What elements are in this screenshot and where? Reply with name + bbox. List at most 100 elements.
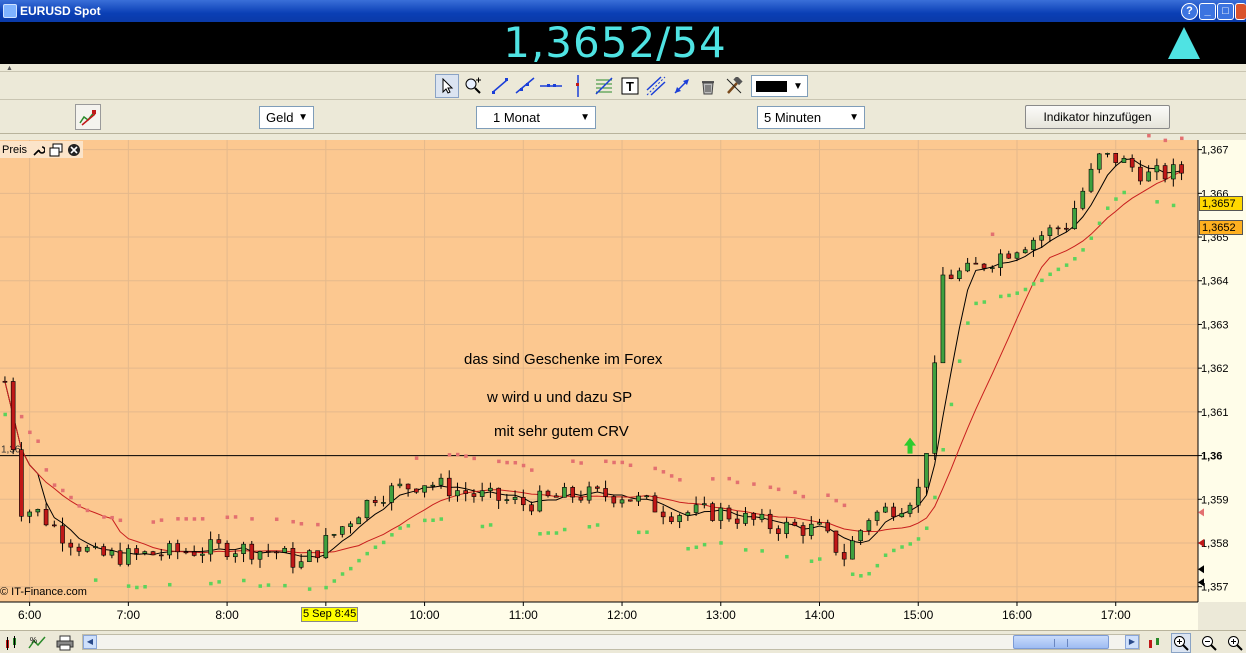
sar-dot [999, 294, 1003, 299]
y-tick-label: 1,358 [1201, 538, 1229, 550]
candle-body [19, 449, 24, 517]
sar-dot [966, 321, 970, 325]
candle-body [627, 499, 633, 502]
x-tick-label: 11:00 [509, 608, 538, 622]
close-button[interactable] [1235, 3, 1246, 20]
sar-dot [785, 554, 789, 559]
horizontal-scrollbar[interactable]: ◀ ▶ [82, 634, 1140, 650]
vertical-line-tool[interactable] [566, 74, 590, 98]
candle-body [414, 488, 419, 493]
candle-body [529, 504, 534, 512]
sar-dot [192, 517, 197, 521]
sar-dot [735, 480, 740, 485]
restore-window-icon[interactable] [49, 143, 63, 157]
horizontal-line-tool[interactable] [539, 74, 563, 98]
scroll-thumb[interactable] [1013, 635, 1109, 649]
candle-body [249, 543, 255, 560]
pointer-tool[interactable] [435, 74, 459, 98]
sar-dot [332, 579, 337, 583]
text-tool[interactable]: T [618, 74, 642, 98]
sar-dot [949, 402, 954, 407]
candle-body [389, 485, 394, 503]
candle-body [636, 495, 641, 502]
collapse-triangle-icon[interactable]: ▲ [6, 65, 13, 72]
close-panel-icon[interactable] [67, 143, 81, 157]
hammer-tool[interactable] [722, 74, 746, 98]
fibonacci-tool[interactable] [592, 74, 616, 98]
x-tick-label: 13:00 [706, 608, 736, 622]
candle-body [200, 553, 205, 556]
arrow-draw-tool[interactable] [670, 74, 694, 98]
candle-body [989, 267, 995, 269]
indicator-button[interactable]: % [27, 633, 47, 653]
zoom-tool[interactable] [461, 74, 485, 98]
sar-dot [554, 531, 559, 535]
sar-dot [875, 563, 880, 568]
sar-dot [1048, 272, 1052, 277]
ray-tool[interactable] [513, 74, 537, 98]
sar-dot [357, 558, 361, 563]
line-color-picker[interactable]: ▼ [751, 75, 808, 97]
candle-body [381, 502, 386, 504]
trendline-tool[interactable] [488, 74, 512, 98]
delete-tool[interactable] [696, 74, 720, 98]
quote-price: 1,3652/54 [503, 18, 727, 67]
sar-dot [941, 447, 945, 452]
price-type-select[interactable]: Geld ▼ [259, 106, 314, 129]
price-chart[interactable]: 1,3671,3661,3651,3641,3631,3621,3611,361… [0, 134, 1246, 630]
sar-dot [299, 522, 304, 526]
candle-body [1039, 235, 1044, 241]
maximize-button[interactable]: □ [1217, 3, 1234, 20]
channel-tool[interactable] [644, 74, 668, 98]
add-indicator-button[interactable]: Indikator hinzufügen [1025, 105, 1170, 129]
sar-dot [883, 553, 888, 557]
sar-dot [1122, 190, 1126, 195]
wrench-icon[interactable] [31, 143, 46, 157]
x-tick-label: 17:00 [1101, 608, 1131, 622]
zoom-reset-button[interactable] [1225, 633, 1245, 653]
sar-dot [472, 456, 476, 461]
candle-body [973, 262, 979, 265]
collapse-strip[interactable]: ▲ [0, 64, 1246, 72]
zoom-in-button[interactable] [1171, 633, 1191, 653]
print-button[interactable] [55, 633, 75, 653]
candle-body [274, 551, 279, 554]
price-type-value: Geld [266, 110, 294, 125]
interval-select[interactable]: 5 Minuten ▼ [757, 106, 865, 129]
candle-body [825, 522, 831, 532]
sar-dot [530, 468, 534, 472]
printer-icon [56, 635, 74, 651]
candle-body [422, 485, 427, 493]
candle-body [356, 517, 362, 525]
candle-body [1014, 252, 1020, 259]
candle-body [652, 495, 658, 513]
candle-body [767, 513, 773, 530]
candle-body [957, 270, 962, 279]
help-button[interactable]: ? [1181, 3, 1198, 20]
candle-body [915, 486, 921, 506]
candle-body [644, 495, 650, 498]
sar-dot [562, 527, 567, 532]
sar-dot [151, 520, 156, 524]
minimize-button[interactable]: _ [1199, 3, 1216, 20]
candle-body [323, 535, 329, 559]
candle-body [1096, 153, 1102, 170]
candle-body [282, 548, 287, 553]
sar-dot [974, 301, 978, 306]
chart-type-button[interactable] [2, 633, 22, 653]
sar-dot [579, 461, 583, 465]
sar-dot [266, 583, 271, 587]
interval-value: 5 Minuten [764, 110, 822, 125]
drawing-mode-button[interactable] [75, 104, 101, 130]
sar-dot [1081, 248, 1085, 252]
period-select[interactable]: 1 Monat ▼ [476, 106, 596, 129]
sar-dot [1007, 293, 1011, 298]
app-icon [3, 4, 17, 18]
sar-dot [431, 518, 435, 522]
scroll-left-icon[interactable]: ◀ [83, 635, 97, 649]
zoom-out-button[interactable] [1199, 633, 1219, 653]
fit-button[interactable] [1145, 633, 1165, 653]
sar-dot [340, 572, 345, 576]
sar-dot [324, 585, 328, 590]
scroll-right-icon[interactable]: ▶ [1125, 635, 1139, 649]
